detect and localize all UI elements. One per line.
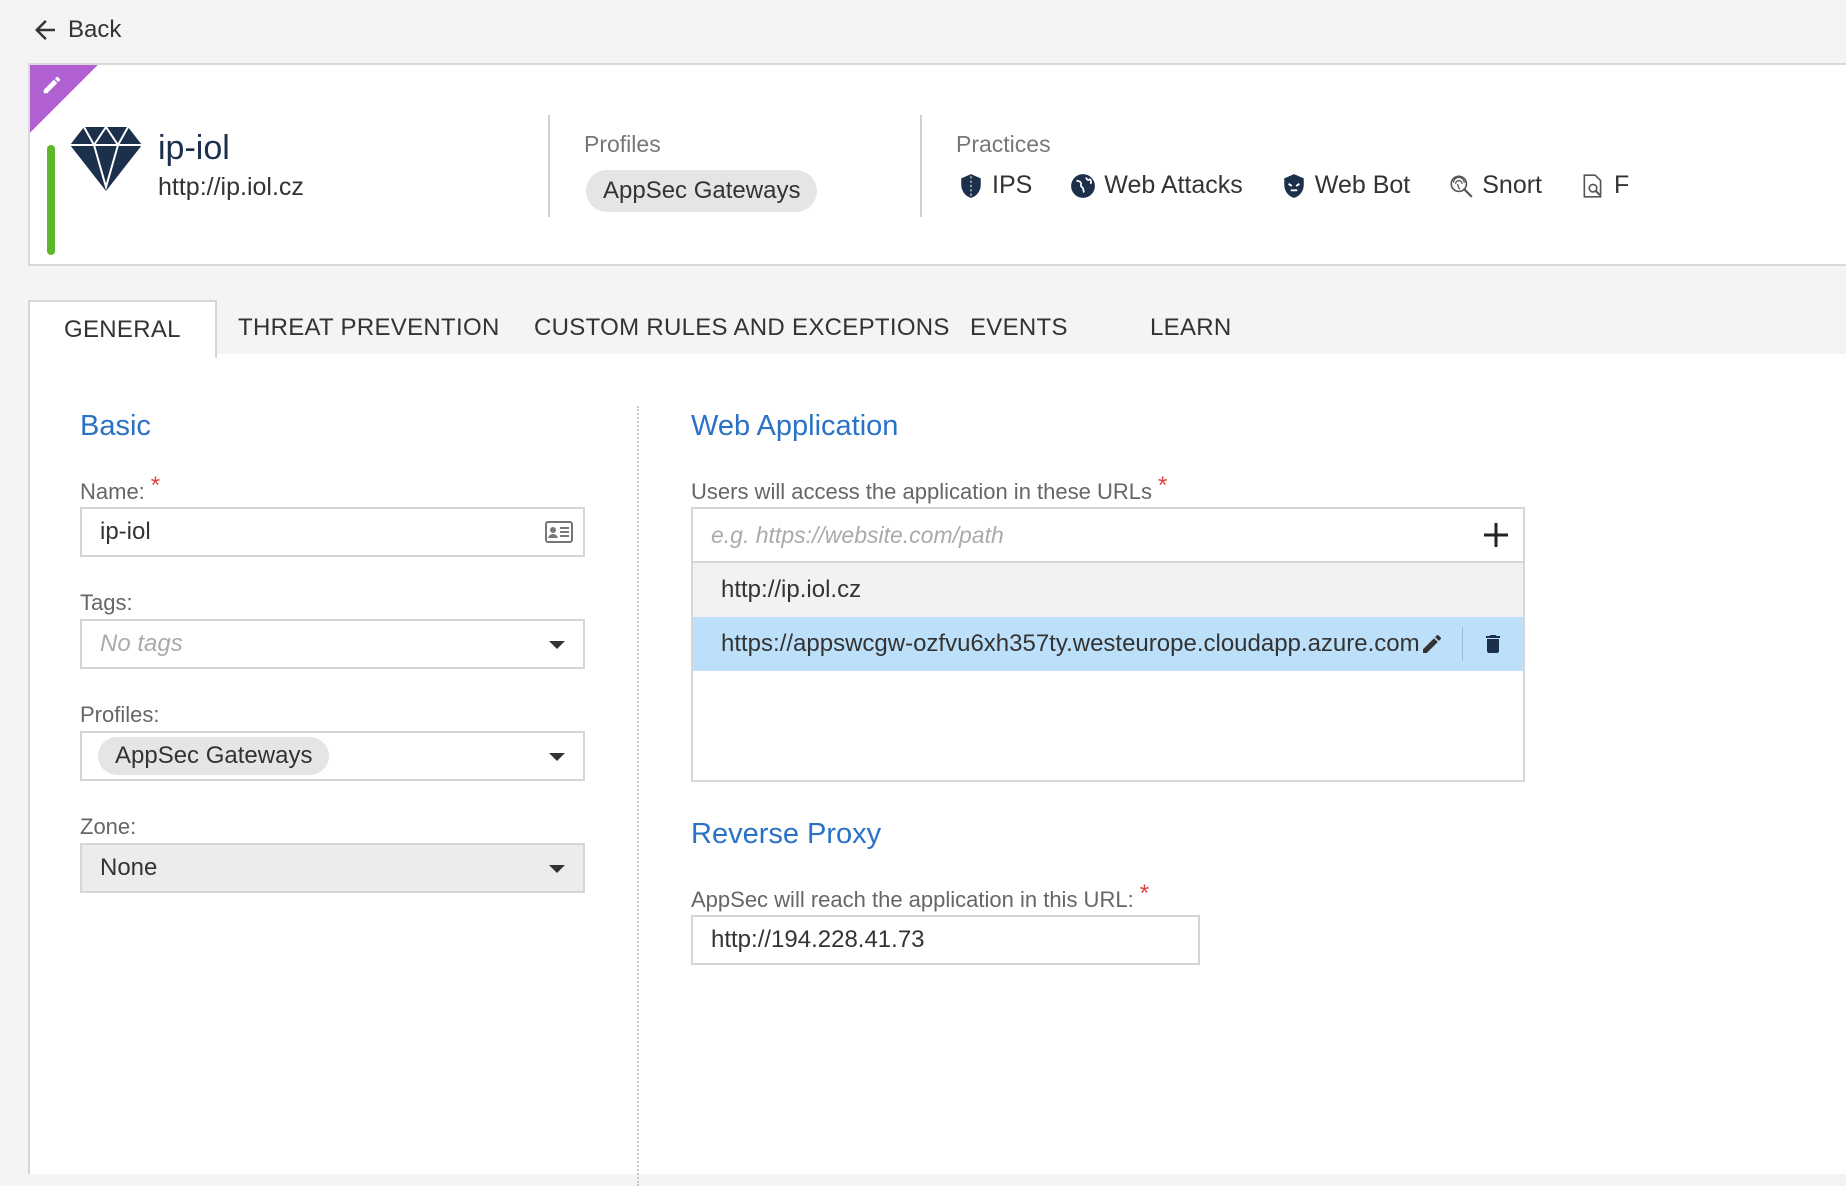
practice-label: Web Bot xyxy=(1314,171,1411,199)
url-item-actions xyxy=(1402,617,1523,671)
back-label: Back xyxy=(68,16,122,43)
tags-placeholder: No tags xyxy=(100,630,183,657)
reverse-proxy-url-input[interactable]: http://194.228.41.73 xyxy=(691,915,1200,965)
pencil-icon xyxy=(43,76,61,94)
arrow-left-icon xyxy=(35,20,55,40)
url-item-text: https://appswcgw-ozfvu6xh357ty.westeurop… xyxy=(721,630,1420,657)
basic-section-title: Basic xyxy=(80,410,151,442)
url-item-text: http://ip.iol.cz xyxy=(721,576,862,603)
practice-label: IPS xyxy=(992,171,1033,199)
url-input-placeholder: e.g. https://website.com/path xyxy=(711,521,1004,548)
column-divider xyxy=(637,406,639,1186)
header-divider xyxy=(548,115,550,217)
reverse-proxy-section-title: Reverse Proxy xyxy=(691,818,882,850)
tab-custom-rules[interactable]: CUSTOM RULES AND EXCEPTIONS xyxy=(534,300,950,356)
profiles-label: Profiles: xyxy=(80,702,160,727)
chevron-down-icon xyxy=(549,641,565,649)
practice-web-bot[interactable]: Web Bot xyxy=(1281,171,1410,200)
pencil-icon xyxy=(1423,634,1441,653)
tab-general[interactable]: GENERAL xyxy=(28,300,217,358)
trash-icon xyxy=(1486,635,1500,653)
practice-ips[interactable]: IPS xyxy=(958,171,1032,200)
tab-learn[interactable]: LEARN xyxy=(1150,300,1232,356)
chevron-down-icon xyxy=(549,753,565,761)
edit-asset-corner[interactable] xyxy=(30,65,98,133)
header-divider xyxy=(920,115,922,217)
url-list-item[interactable]: http://ip.iol.cz xyxy=(693,563,1523,617)
tab-bar: GENERAL THREAT PREVENTION CUSTOM RULES A… xyxy=(28,300,1846,358)
edit-url-button[interactable] xyxy=(1402,617,1462,671)
general-tab-panel: Basic Name: * ip-iol Tags: No tags Profil… xyxy=(28,354,1846,1186)
status-indicator xyxy=(47,145,55,255)
asset-url: http://ip.iol.cz xyxy=(158,173,304,201)
tags-select[interactable]: No tags xyxy=(80,619,585,669)
back-link[interactable]: Back xyxy=(30,14,121,46)
asset-header-card: ip-iol http://ip.iol.cz Profiles AppSec … xyxy=(28,63,1846,266)
profiles-select[interactable]: AppSec Gateways xyxy=(80,731,585,781)
name-label: Name: * xyxy=(80,472,161,504)
required-marker: * xyxy=(1139,880,1150,907)
name-value: ip-iol xyxy=(100,518,151,545)
urls-label: Users will access the application in the… xyxy=(691,472,1168,504)
diamond-icon xyxy=(70,125,142,191)
practices-heading: Practices xyxy=(956,131,1051,157)
delete-url-button[interactable] xyxy=(1463,617,1523,671)
practice-label: Web Attacks xyxy=(1104,171,1243,199)
plus-icon[interactable] xyxy=(1481,520,1511,550)
zone-value: None xyxy=(100,854,158,881)
practice-label: Snort xyxy=(1482,171,1542,199)
tags-label: Tags: xyxy=(80,590,133,615)
required-marker: * xyxy=(1157,472,1168,499)
reverse-proxy-url-value: http://194.228.41.73 xyxy=(711,926,925,953)
url-list-item[interactable]: https://appswcgw-ozfvu6xh357ty.westeurop… xyxy=(693,617,1523,671)
asset-name: ip-iol xyxy=(158,129,230,167)
url-input[interactable]: e.g. https://website.com/path xyxy=(693,509,1523,563)
chevron-down-icon xyxy=(549,865,565,873)
bot-shield-icon xyxy=(1284,173,1304,198)
tab-threat-prevention[interactable]: THREAT PREVENTION xyxy=(238,300,500,356)
web-application-section-title: Web Application xyxy=(691,410,899,442)
zone-label: Zone: xyxy=(80,814,137,839)
tab-events[interactable]: EVENTS xyxy=(970,300,1068,356)
profile-chip[interactable]: AppSec Gateways xyxy=(98,737,330,775)
globe-icon xyxy=(1071,173,1096,198)
required-marker: * xyxy=(150,472,161,499)
reverse-proxy-url-label: AppSec will reach the application in thi… xyxy=(691,880,1150,912)
profiles-heading: Profiles xyxy=(584,131,661,157)
practice-label: F xyxy=(1614,171,1630,199)
practices-list: IPS Web Attacks Web Bot Snort F xyxy=(958,171,1629,200)
practice-web-attacks[interactable]: Web Attacks xyxy=(1070,171,1243,200)
fingerprint-icon xyxy=(1450,174,1473,198)
contact-card-icon[interactable] xyxy=(545,520,573,544)
url-list-box: e.g. https://website.com/path http://ip.… xyxy=(691,507,1525,782)
practice-snort[interactable]: Snort xyxy=(1448,171,1542,200)
practice-file-security[interactable]: F xyxy=(1580,171,1629,200)
profile-chip[interactable]: AppSec Gateways xyxy=(586,170,818,212)
shield-pattern-icon xyxy=(961,173,981,198)
name-field[interactable]: ip-iol xyxy=(80,507,585,557)
document-search-icon xyxy=(1583,173,1602,198)
zone-select[interactable]: None xyxy=(80,843,585,893)
